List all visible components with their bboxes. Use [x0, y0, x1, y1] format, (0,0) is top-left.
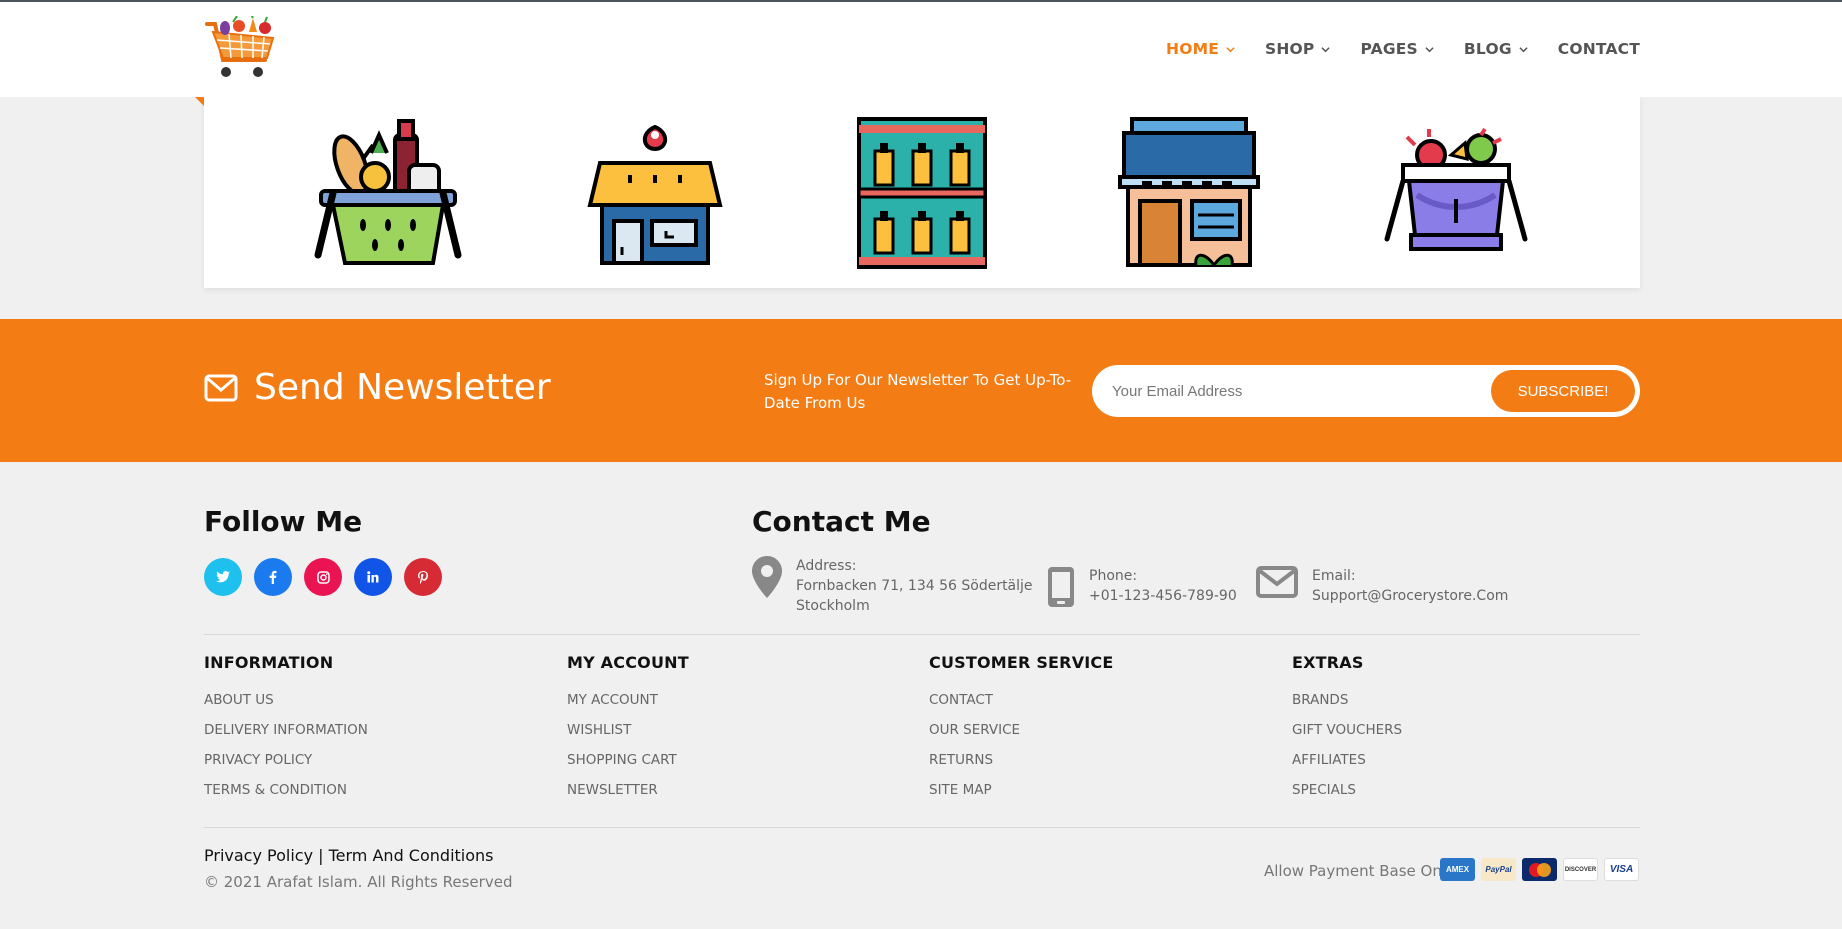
chevron-down-icon: [1321, 46, 1331, 52]
footer-link[interactable]: RETURNS: [929, 745, 1114, 775]
footer-link[interactable]: ABOUT US: [204, 685, 368, 715]
newsletter-description: Sign Up For Our Newsletter To Get Up-To-…: [764, 371, 1072, 412]
footer-link[interactable]: SHOPPING CART: [567, 745, 689, 775]
contact-email: Email: Support@Grocerystore.Com: [1256, 566, 1508, 606]
email-address[interactable]: Support@Grocerystore.Com: [1312, 586, 1508, 606]
facebook-icon[interactable]: [254, 558, 292, 596]
nav-label: HOME: [1166, 40, 1219, 58]
newsletter-title-text: Send Newsletter: [254, 367, 551, 408]
newsletter-banner: Send Newsletter Sign Up For Our Newslett…: [0, 319, 1842, 462]
card-label: VISA: [1609, 864, 1634, 875]
nav-label: SHOP: [1265, 40, 1315, 58]
footer-link[interactable]: MY ACCOUNT: [567, 685, 689, 715]
main-nav: HOME SHOP PAGES BLOG CONTACT: [1136, 40, 1640, 58]
legal-links: Privacy Policy | Term And Conditions: [204, 846, 494, 865]
contact-phone: Phone: +01-123-456-789-90: [1047, 566, 1237, 608]
copyright: © 2021 Arafat Islam. All Rights Reserved: [204, 873, 513, 891]
american-express-icon: AMEX: [1440, 858, 1475, 881]
footer-link[interactable]: NEWSLETTER: [567, 775, 689, 805]
newsletter-form: SUBSCRIBE!: [1092, 365, 1640, 417]
divider: [204, 634, 1640, 635]
logo-cart-icon[interactable]: [203, 13, 278, 82]
privacy-policy-link[interactable]: Privacy Policy: [204, 846, 313, 865]
phone-icon: [1048, 567, 1074, 607]
column-title: MY ACCOUNT: [567, 653, 689, 672]
footer-link[interactable]: WISHLIST: [567, 715, 689, 745]
card-label: AMEX: [1445, 865, 1470, 874]
envelope-icon: [204, 374, 238, 401]
email-label: Email:: [1312, 568, 1356, 584]
contact-title: Contact Me: [752, 505, 931, 538]
site-header: HOME SHOP PAGES BLOG CONTACT: [0, 0, 1842, 97]
address-line2: Stockholm: [796, 598, 870, 614]
chevron-down-icon: [1226, 46, 1235, 52]
footer-link[interactable]: GIFT VOUCHERS: [1292, 715, 1402, 745]
discover-icon: DISCOVER: [1563, 858, 1598, 881]
phone-number[interactable]: +01-123-456-789-90: [1089, 586, 1237, 606]
nav-item-blog[interactable]: BLOG: [1464, 40, 1528, 58]
map-pin-icon: [752, 556, 782, 598]
payment-label: Allow Payment Base On: [1264, 862, 1442, 880]
address-label: Address:: [796, 558, 857, 574]
address-line1: Fornbacken 71, 134 56 Södertälje: [796, 578, 1033, 594]
shelf-icon[interactable]: [847, 115, 997, 270]
store-location-icon[interactable]: [580, 115, 730, 270]
nav-item-home[interactable]: HOME: [1166, 40, 1235, 58]
footer-link[interactable]: PRIVACY POLICY: [204, 745, 368, 775]
footer-column-information: INFORMATION ABOUT US DELIVERY INFORMATIO…: [204, 653, 368, 805]
twitter-icon[interactable]: [204, 558, 242, 596]
footer-column-extras: EXTRAS BRANDS GIFT VOUCHERS AFFILIATES S…: [1292, 653, 1402, 805]
follow-title: Follow Me: [204, 505, 363, 538]
terms-link[interactable]: Term And Conditions: [329, 846, 494, 865]
footer-column-customer-service: CUSTOMER SERVICE CONTACT OUR SERVICE RET…: [929, 653, 1114, 805]
linkedin-icon[interactable]: [354, 558, 392, 596]
grocery-basket-icon[interactable]: [313, 115, 463, 270]
category-strip: [204, 97, 1640, 288]
nav-label: CONTACT: [1557, 40, 1640, 58]
mastercard-icon: [1522, 858, 1557, 881]
paypal-icon: PayPal: [1481, 858, 1516, 881]
subscribe-button[interactable]: SUBSCRIBE!: [1491, 370, 1635, 412]
footer-link[interactable]: CONTACT: [929, 685, 1114, 715]
newsletter-title: Send Newsletter: [204, 367, 551, 408]
nav-label: PAGES: [1360, 40, 1418, 58]
card-label: DISCOVER: [1564, 866, 1597, 873]
fruit-basket-icon[interactable]: [1381, 115, 1531, 270]
chevron-down-icon: [1519, 46, 1528, 52]
footer-link[interactable]: BRANDS: [1292, 685, 1402, 715]
nav-item-shop[interactable]: SHOP: [1265, 40, 1331, 58]
instagram-icon[interactable]: [304, 558, 342, 596]
divider: [204, 827, 1640, 828]
email-icon: [1256, 566, 1298, 598]
footer-link[interactable]: SITE MAP: [929, 775, 1114, 805]
column-title: CUSTOMER SERVICE: [929, 653, 1114, 672]
link-separator: |: [313, 846, 329, 865]
visa-icon: VISA: [1604, 858, 1639, 881]
footer-link[interactable]: TERMS & CONDITION: [204, 775, 368, 805]
column-title: INFORMATION: [204, 653, 334, 672]
footer-link[interactable]: OUR SERVICE: [929, 715, 1114, 745]
contact-address: Address: Fornbacken 71, 134 56 Södertälj…: [752, 556, 1033, 616]
phone-label: Phone:: [1089, 568, 1138, 584]
column-title: EXTRAS: [1292, 653, 1364, 672]
pinterest-icon[interactable]: [404, 558, 442, 596]
nav-label: BLOG: [1463, 40, 1512, 58]
shop-front-icon[interactable]: [1114, 115, 1264, 270]
footer-link[interactable]: AFFILIATES: [1292, 745, 1402, 775]
footer-link[interactable]: DELIVERY INFORMATION: [204, 715, 368, 745]
card-label: PayPal: [1485, 865, 1512, 874]
social-links: [204, 558, 442, 596]
chevron-down-icon: [1425, 46, 1434, 52]
corner-accent: [195, 97, 204, 106]
footer-column-my-account: MY ACCOUNT MY ACCOUNT WISHLIST SHOPPING …: [567, 653, 689, 805]
footer-link[interactable]: SPECIALS: [1292, 775, 1402, 805]
nav-item-contact[interactable]: CONTACT: [1558, 40, 1640, 58]
email-field[interactable]: [1112, 365, 1472, 417]
payment-cards: AMEX PayPal DISCOVER VISA: [1440, 858, 1639, 881]
nav-item-pages[interactable]: PAGES: [1360, 40, 1434, 58]
